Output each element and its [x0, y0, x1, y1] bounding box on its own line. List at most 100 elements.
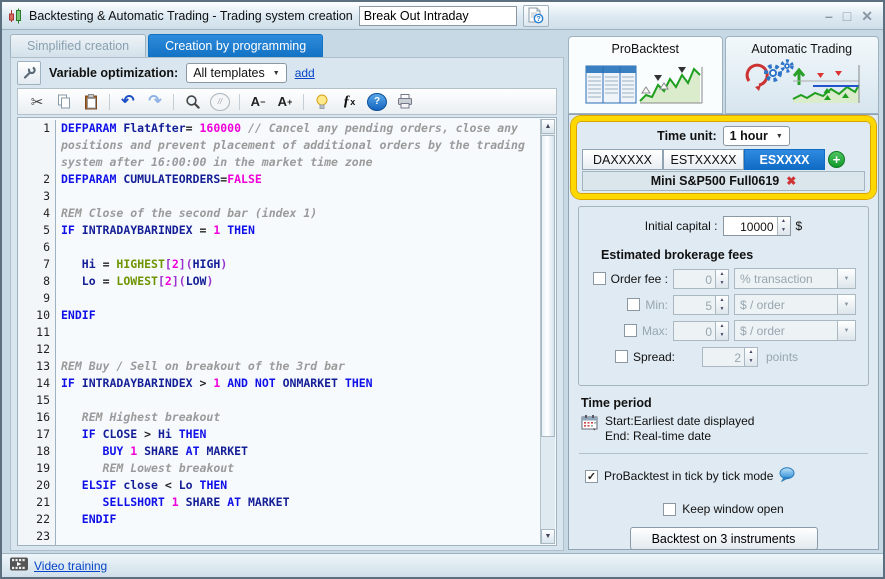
print-icon[interactable] — [396, 92, 414, 112]
code-line[interactable]: 1DEFPARAM FlatAfter= 160000 // Cancel an… — [18, 120, 540, 171]
toolbar-separator — [239, 94, 240, 110]
scroll-down-icon[interactable]: ▼ — [541, 529, 555, 544]
maximize-icon[interactable]: □ — [843, 9, 851, 23]
cut-icon[interactable]: ✂ — [28, 92, 46, 112]
keep-window-checkbox[interactable] — [663, 503, 676, 516]
add-instrument-button[interactable]: + — [828, 151, 845, 168]
calendar-icon[interactable] — [581, 414, 599, 434]
search-icon[interactable] — [183, 92, 201, 112]
keep-window-label: Keep window open — [682, 502, 783, 516]
scrollbar-thumb[interactable] — [541, 135, 555, 437]
code-line[interactable]: 18 BUY 1 SHARE AT MARKET — [18, 443, 540, 460]
minimize-icon[interactable]: – — [825, 9, 833, 23]
spread-label: Spread: — [633, 350, 675, 364]
code-line[interactable]: 2DEFPARAM CUMULATEORDERS=FALSE — [18, 171, 540, 188]
system-name-input[interactable] — [359, 6, 517, 26]
line-number: 13 — [18, 358, 56, 375]
initial-capital-value[interactable]: 10000 — [724, 217, 777, 235]
instrument-tab-daxxxxx[interactable]: DAXXXXX — [582, 149, 663, 170]
time-period-row: Start:Earliest date displayed End: Real-… — [581, 414, 754, 444]
code-line[interactable]: 22 ENDIF — [18, 511, 540, 528]
tab-simplified-creation[interactable]: Simplified creation — [10, 34, 146, 57]
code-line[interactable]: 13REM Buy / Sell on breakout of the 3rd … — [18, 358, 540, 375]
copy-icon[interactable] — [55, 92, 73, 112]
help-icon[interactable]: ? — [367, 93, 387, 111]
code-line[interactable]: 9 — [18, 290, 540, 307]
line-number: 2 — [18, 171, 56, 188]
decrease-font-icon[interactable]: A− — [249, 92, 267, 112]
video-training-link[interactable]: Video training — [34, 559, 107, 573]
add-template-link[interactable]: add — [295, 66, 315, 80]
lightbulb-icon[interactable] — [313, 92, 331, 112]
wrench-icon[interactable] — [17, 61, 41, 85]
code-line[interactable]: 14IF INTRADAYBARINDEX > 1 AND NOT ONMARK… — [18, 375, 540, 392]
initial-capital-stepper[interactable]: 10000 ▲▼ — [723, 216, 791, 236]
instrument-tab-esxxxx[interactable]: ESXXXX — [744, 149, 825, 170]
fees-heading: Estimated brokerage fees — [601, 248, 868, 262]
undo-icon[interactable]: ↶ — [119, 92, 137, 112]
order-fee-checkbox[interactable] — [593, 272, 606, 285]
fx-function-icon[interactable]: ƒx — [340, 92, 358, 112]
max-fee-checkbox[interactable] — [624, 324, 637, 337]
code-line[interactable]: 17 IF CLOSE > Hi THEN — [18, 426, 540, 443]
code-line[interactable]: 12 — [18, 341, 540, 358]
min-fee-stepper[interactable]: 5 ▲▼ — [673, 295, 729, 315]
code-line[interactable]: 5IF INTRADAYBARINDEX = 1 THEN — [18, 222, 540, 239]
initial-capital-row: Initial capital : 10000 ▲▼ $ — [579, 216, 868, 236]
spin-up-icon[interactable]: ▲ — [778, 217, 790, 226]
speech-bubble-icon[interactable] — [779, 467, 795, 485]
tab-creation-by-programming[interactable]: Creation by programming — [148, 34, 323, 57]
line-number: 20 — [18, 477, 56, 494]
close-icon[interactable]: ✕ — [861, 9, 873, 23]
line-number: 22 — [18, 511, 56, 528]
line-number: 17 — [18, 426, 56, 443]
templates-dropdown[interactable]: All templates ▼ — [186, 63, 287, 83]
max-fee-row: Max: 0 ▲▼ $ / order ▼ — [579, 320, 856, 341]
help-document-button[interactable]: ? — [523, 5, 549, 27]
max-fee-unit-dropdown[interactable]: $ / order ▼ — [734, 320, 856, 341]
highlighted-instrument-section: Time unit: 1 hour ▼ DAXXXXXESTXXXXXESXXX… — [571, 116, 876, 199]
code-line[interactable]: 16 REM Highest breakout — [18, 409, 540, 426]
order-fee-stepper[interactable]: 0 ▲▼ — [673, 269, 729, 289]
code-line[interactable]: 4REM Close of the second bar (index 1) — [18, 205, 540, 222]
code-line[interactable]: 11 — [18, 324, 540, 341]
scroll-up-icon[interactable]: ▲ — [541, 119, 555, 134]
code-line[interactable]: 23 — [18, 528, 540, 545]
spread-checkbox[interactable] — [615, 350, 628, 363]
min-fee-checkbox[interactable] — [627, 298, 640, 311]
spin-down-icon[interactable]: ▼ — [778, 226, 790, 235]
tab-automatic-trading[interactable]: Automatic Trading — [725, 36, 880, 114]
time-unit-dropdown[interactable]: 1 hour ▼ — [723, 126, 790, 146]
max-fee-label: Max: — [642, 324, 668, 338]
instrument-tab-estxxxxx[interactable]: ESTXXXXX — [663, 149, 744, 170]
order-fee-unit-dropdown[interactable]: % transaction ▼ — [734, 268, 856, 289]
code-line[interactable]: 3 — [18, 188, 540, 205]
redo-icon[interactable]: ↷ — [146, 92, 164, 112]
code-line[interactable]: 8 Lo = LOWEST[2](LOW) — [18, 273, 540, 290]
line-number: 21 — [18, 494, 56, 511]
probacktest-settings: Time unit: 1 hour ▼ DAXXXXXESTXXXXXESXXX… — [568, 114, 879, 550]
line-number: 4 — [18, 205, 56, 222]
code-line[interactable]: 6 — [18, 239, 540, 256]
editor-vertical-scrollbar[interactable]: ▲ ▼ — [540, 119, 555, 544]
code-line[interactable]: 7 Hi = HIGHEST[2](HIGH) — [18, 256, 540, 273]
code-line[interactable]: 20 ELSIF close < Lo THEN — [18, 477, 540, 494]
code-line[interactable]: 21 SELLSHORT 1 SHARE AT MARKET — [18, 494, 540, 511]
max-fee-stepper[interactable]: 0 ▲▼ — [673, 321, 729, 341]
code-editor[interactable]: 1DEFPARAM FlatAfter= 160000 // Cancel an… — [17, 117, 557, 546]
remove-instrument-icon[interactable]: ✖ — [786, 175, 796, 187]
paste-icon[interactable] — [82, 92, 100, 112]
line-number: 11 — [18, 324, 56, 341]
increase-font-icon[interactable]: A+ — [276, 92, 294, 112]
instrument-header: Mini S&P500 Full0619 ✖ — [582, 171, 865, 191]
spread-stepper[interactable]: 2 ▲▼ — [702, 347, 758, 367]
min-fee-unit-dropdown[interactable]: $ / order ▼ — [734, 294, 856, 315]
line-number: 9 — [18, 290, 56, 307]
tick-mode-checkbox[interactable]: ✓ — [585, 470, 598, 483]
code-line[interactable]: 19 REM Lowest breakout — [18, 460, 540, 477]
comment-icon[interactable]: // — [210, 93, 230, 111]
code-line[interactable]: 10ENDIF — [18, 307, 540, 324]
tab-probacktest[interactable]: ProBacktest — [568, 36, 723, 114]
backtest-button[interactable]: Backtest on 3 instruments — [630, 527, 818, 550]
code-line[interactable]: 15 — [18, 392, 540, 409]
